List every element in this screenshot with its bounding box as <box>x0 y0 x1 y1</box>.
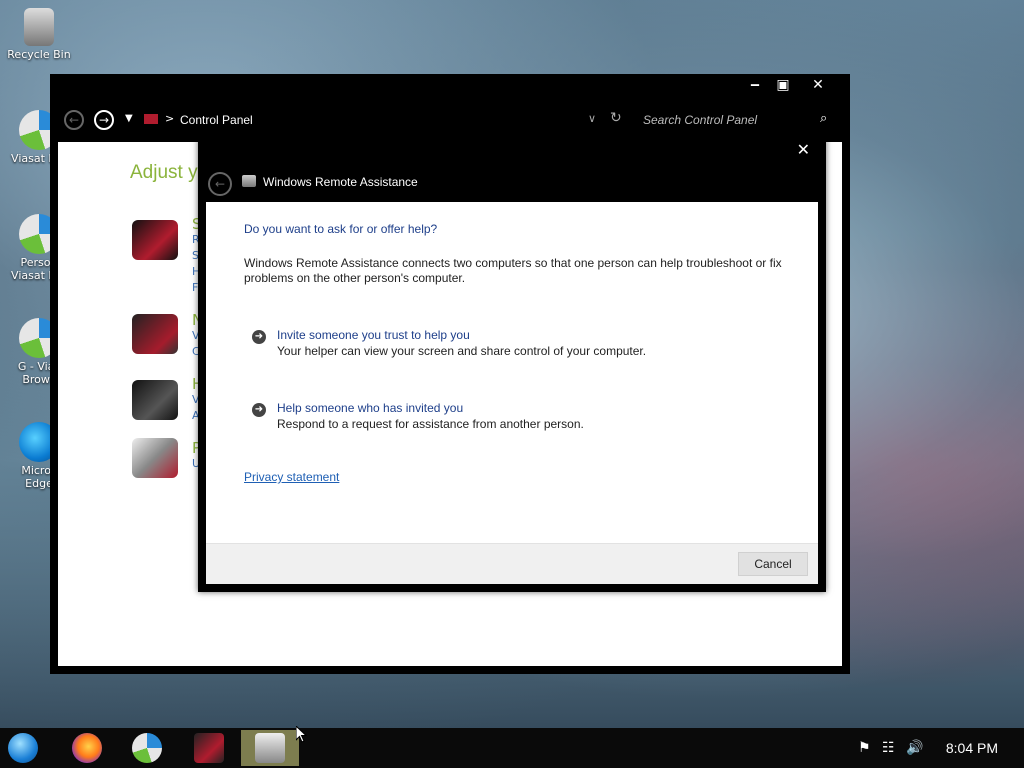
arrow-right-icon: ➜ <box>252 330 266 344</box>
dialog-body: Do you want to ask for or offer help? Wi… <box>206 202 818 584</box>
close-button[interactable]: ✕ <box>807 77 829 93</box>
taskbar-control-panel[interactable] <box>180 730 238 766</box>
dialog-description: Windows Remote Assistance connects two c… <box>244 256 782 285</box>
dialog-back-button[interactable]: ← <box>208 172 232 196</box>
breadcrumb-separator-icon: > <box>165 112 175 125</box>
dialog-question: Do you want to ask for or offer help? <box>244 222 438 236</box>
page-title: Adjust y <box>130 162 198 183</box>
action-center-flag-icon[interactable]: ⚑ <box>858 740 871 756</box>
taskbar-viasat-browser[interactable] <box>118 730 176 766</box>
start-orb-icon <box>8 733 38 763</box>
privacy-statement-link[interactable]: Privacy statement <box>244 470 339 484</box>
refresh-icon[interactable]: ↻ <box>610 110 622 126</box>
option-title: Invite someone you trust to help you <box>277 328 470 342</box>
mouse-cursor-icon <box>296 726 308 743</box>
network-icon[interactable]: ☷ <box>882 740 895 756</box>
search-input[interactable]: Search Control Panel <box>643 113 757 127</box>
desktop-icon-recycle-bin[interactable]: Recycle Bin <box>4 8 74 61</box>
network-internet-icon[interactable] <box>132 314 178 354</box>
dialog-footer: Cancel <box>206 543 818 584</box>
programs-icon[interactable] <box>132 438 178 478</box>
minimize-button[interactable]: ‒ <box>744 77 766 93</box>
taskbar: ⚑ ☷ 🔊 8:04 PM <box>0 728 1024 768</box>
system-security-icon[interactable] <box>132 220 178 260</box>
recycle-bin-icon <box>24 8 54 46</box>
back-button[interactable]: ← <box>64 110 84 130</box>
hardware-sound-icon[interactable] <box>132 380 178 420</box>
dialog-close-button[interactable]: ✕ <box>797 140 810 159</box>
taskbar-firefox[interactable] <box>58 730 116 766</box>
clock[interactable]: 8:04 PM <box>946 740 998 756</box>
maximize-button[interactable]: ▣ <box>772 77 794 93</box>
option-title: Help someone who has invited you <box>277 401 464 415</box>
dialog-header: ← Windows Remote Assistance <box>198 164 826 202</box>
search-icon[interactable]: ⌕ <box>820 111 827 126</box>
option-subtitle: Respond to a request for assistance from… <box>277 417 584 431</box>
desktop-icon-label: Recycle Bin <box>7 48 71 61</box>
address-bar: ← → ▼ > Control Panel ∨ ↻ Search Control… <box>50 98 850 142</box>
forward-button[interactable]: → <box>94 110 114 130</box>
remote-assistance-dialog: ✕ ← Windows Remote Assistance Do you wan… <box>198 138 826 592</box>
arrow-right-icon: ➜ <box>252 403 266 417</box>
control-panel-icon <box>144 114 158 124</box>
remote-assistance-icon <box>255 733 285 763</box>
cancel-button[interactable]: Cancel <box>738 552 808 576</box>
taskbar-remote-assistance[interactable] <box>241 730 299 766</box>
viasat-browser-icon <box>132 733 162 763</box>
start-button[interactable] <box>0 730 58 766</box>
dialog-title: Windows Remote Assistance <box>263 175 418 189</box>
window-titlebar: ‒ ▣ ✕ <box>50 74 850 98</box>
control-panel-icon <box>194 733 224 763</box>
recent-locations-dropdown[interactable]: ▼ <box>125 113 133 124</box>
volume-icon[interactable]: 🔊 <box>906 740 923 756</box>
firefox-icon <box>72 733 102 763</box>
breadcrumb[interactable]: Control Panel <box>180 113 253 127</box>
remote-assistance-icon <box>242 175 256 187</box>
option-subtitle: Your helper can view your screen and sha… <box>277 344 647 358</box>
address-dropdown-icon[interactable]: ∨ <box>588 112 596 125</box>
